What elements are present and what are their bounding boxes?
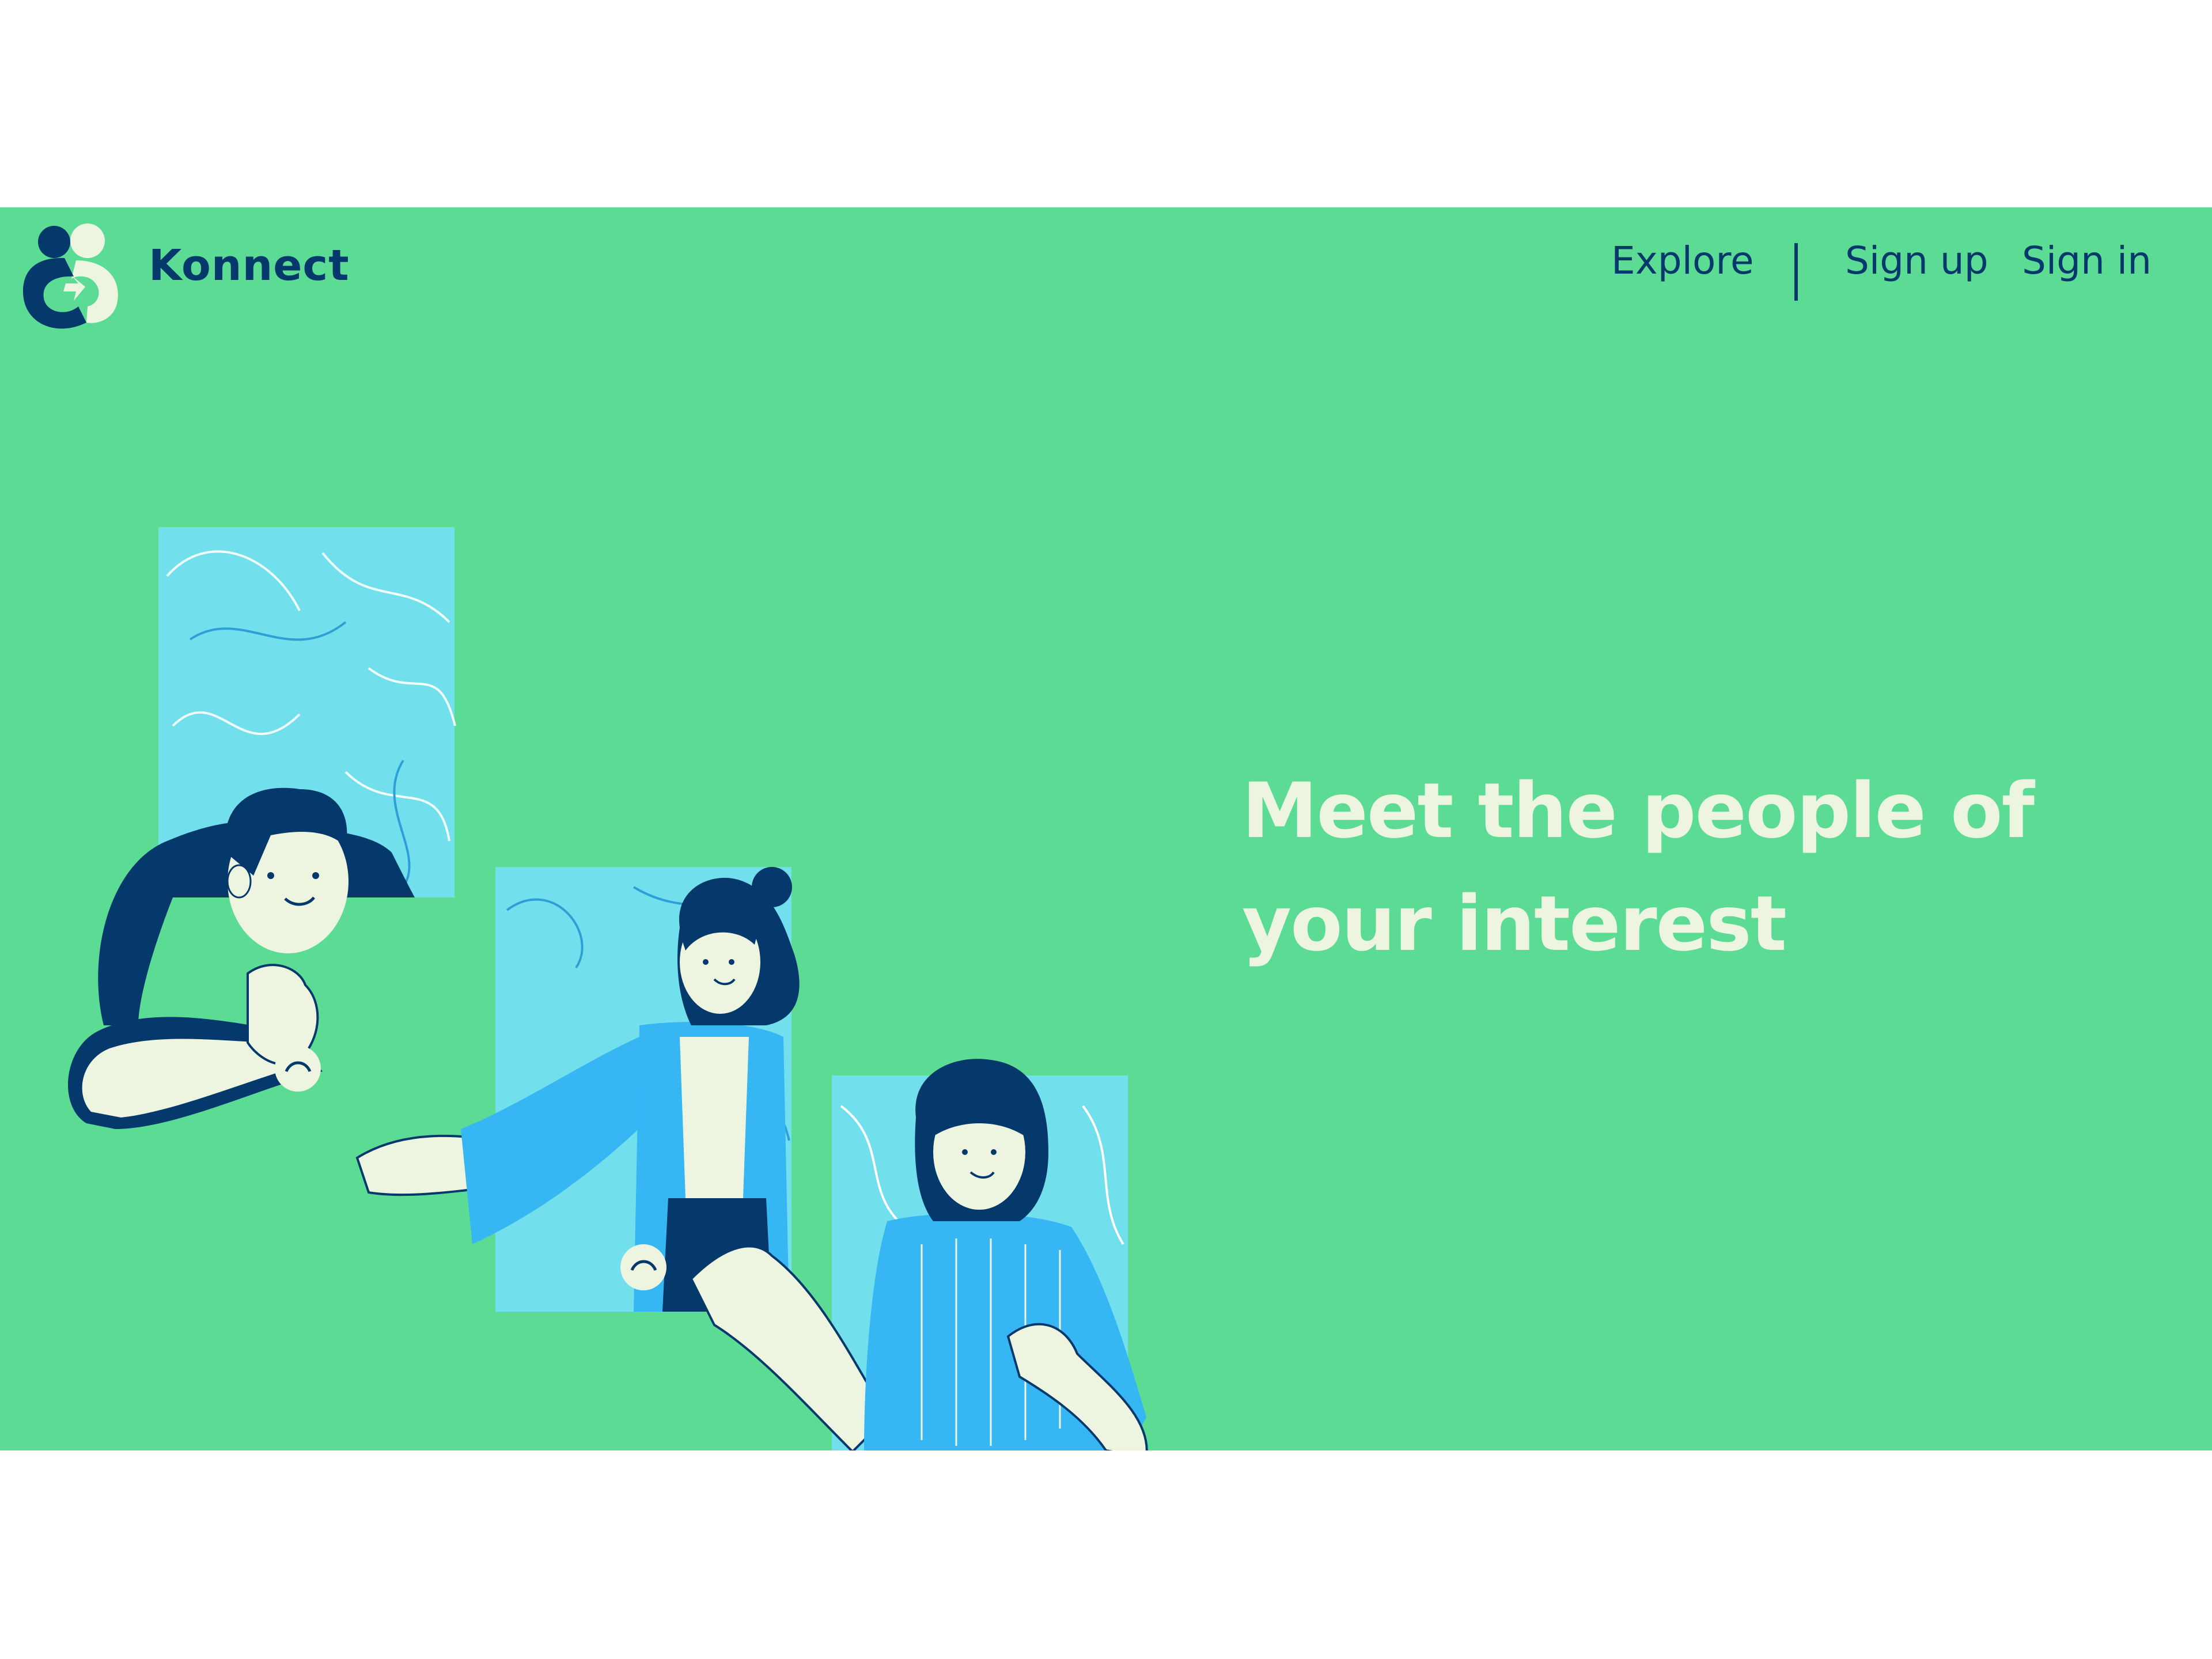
hero-section: Konnect Explore Sign up Sign in Meet the… — [0, 207, 2212, 1450]
video-call-people-illustration — [67, 527, 1148, 1450]
page: Konnect Explore Sign up Sign in Meet the… — [0, 0, 2212, 1659]
nav-divider — [1794, 243, 1798, 301]
nav-sign-up-link[interactable]: Sign up — [1845, 242, 1988, 280]
hero-headline: Meet the people of your interest — [1242, 767, 2035, 968]
call-panel-man — [67, 527, 456, 1129]
call-panel-woman-bun — [355, 867, 800, 1312]
nav-sign-in-link[interactable]: Sign in — [2022, 242, 2152, 280]
nav-explore-link[interactable]: Explore — [1611, 242, 1754, 280]
